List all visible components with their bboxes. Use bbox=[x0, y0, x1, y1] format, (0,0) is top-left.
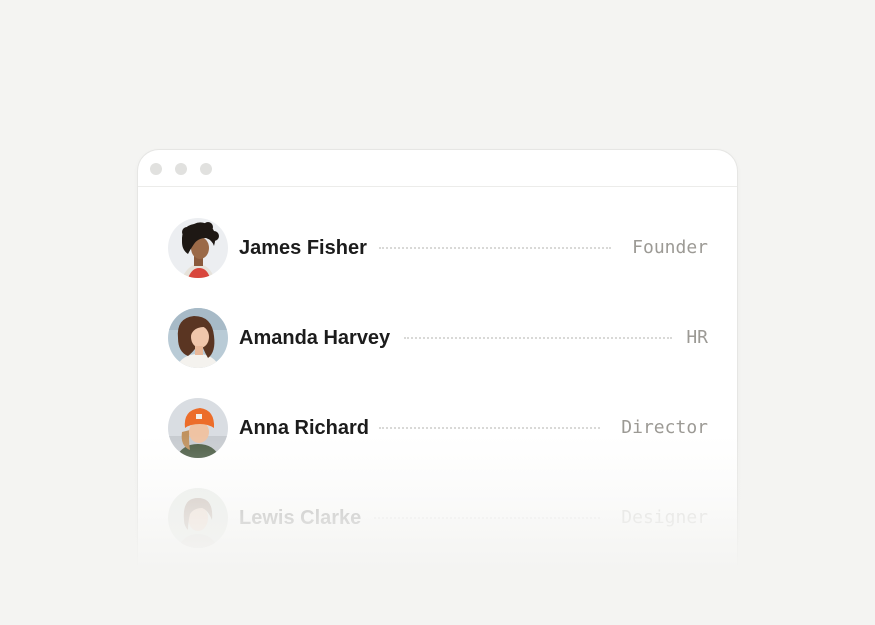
member-name: Amanda Harvey bbox=[239, 327, 391, 349]
member-name: James Fisher bbox=[239, 237, 367, 259]
dotted-leader bbox=[379, 247, 611, 249]
window-titlebar bbox=[138, 150, 737, 187]
member-role: Founder bbox=[632, 237, 708, 258]
dotted-leader bbox=[374, 517, 600, 519]
team-member-row[interactable]: Lewis Clarke Designer bbox=[168, 488, 708, 548]
browser-window: James Fisher Founder Amanda Harvey HR An… bbox=[137, 149, 738, 625]
window-close-dot[interactable] bbox=[150, 163, 162, 175]
dotted-leader bbox=[404, 337, 672, 339]
team-member-row[interactable]: James Fisher Founder bbox=[168, 218, 708, 278]
avatar bbox=[168, 488, 228, 548]
team-member-row[interactable]: Amanda Harvey HR bbox=[168, 308, 708, 368]
member-role: Designer bbox=[621, 507, 708, 528]
dotted-leader bbox=[379, 427, 600, 429]
window-maximize-dot[interactable] bbox=[200, 163, 212, 175]
avatar bbox=[168, 308, 228, 368]
member-name: Anna Richard bbox=[239, 417, 370, 439]
member-role: Director bbox=[621, 417, 708, 438]
member-name: Lewis Clarke bbox=[239, 507, 362, 529]
avatar bbox=[168, 218, 228, 278]
member-role: HR bbox=[686, 327, 708, 348]
window-minimize-dot[interactable] bbox=[175, 163, 187, 175]
avatar bbox=[168, 398, 228, 458]
team-member-row[interactable]: Anna Richard Director bbox=[168, 398, 708, 458]
